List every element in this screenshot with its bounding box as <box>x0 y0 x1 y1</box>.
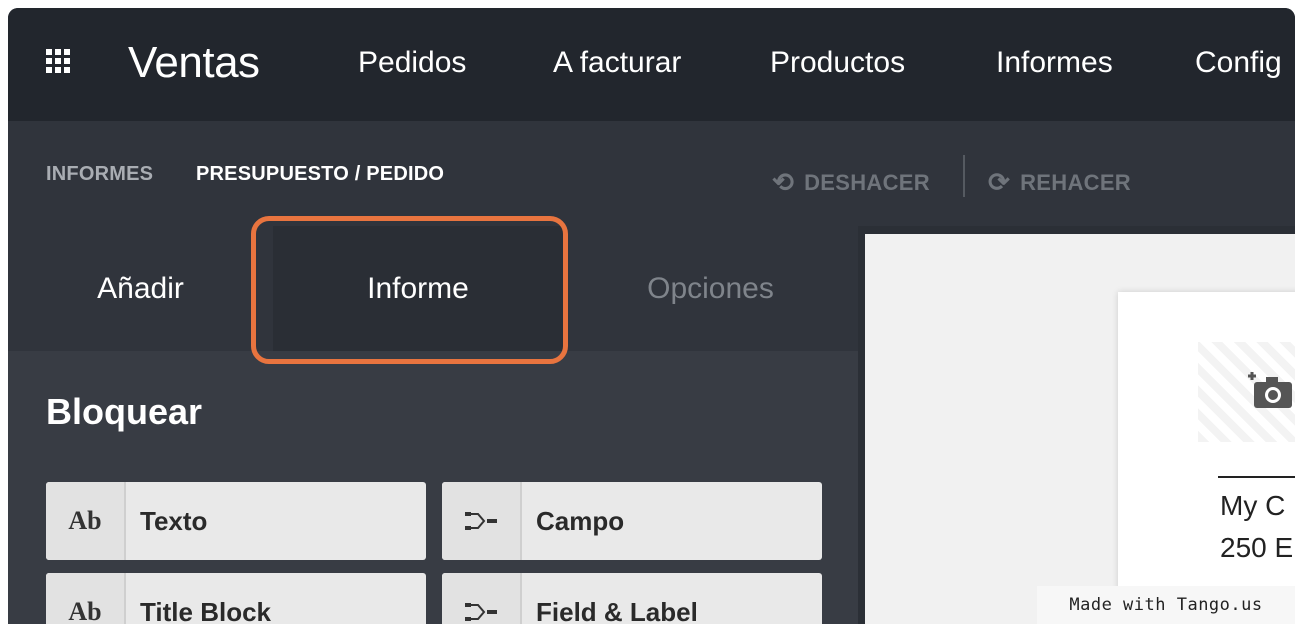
block-title[interactable]: Ab Title Block <box>46 573 426 624</box>
undo-button[interactable]: ⟲ DESHACER <box>772 167 930 198</box>
menu-item-productos[interactable]: Productos <box>770 46 905 80</box>
menu-item-a-facturar[interactable]: A facturar <box>553 46 681 80</box>
block-field[interactable]: Campo <box>442 482 822 560</box>
breadcrumb-parent[interactable]: INFORMES <box>46 163 153 186</box>
block-text[interactable]: Ab Texto <box>46 482 426 560</box>
breadcrumb-current: PRESUPUESTO / PEDIDO <box>196 163 445 185</box>
app-window: Ventas Pedidos A facturar Productos Info… <box>8 8 1295 624</box>
editor-sidebar: Añadir Informe Opciones Bloquear Ab Text… <box>8 216 858 624</box>
tab-add[interactable]: Añadir <box>8 226 273 351</box>
block-label: Field & Label <box>536 596 698 624</box>
block-label: Texto <box>140 505 208 536</box>
field-icon <box>442 573 522 624</box>
apps-grid-icon[interactable] <box>46 49 70 73</box>
toolbar-separator <box>963 155 965 197</box>
company-name: My C <box>1220 490 1286 521</box>
menu-item-pedidos[interactable]: Pedidos <box>358 46 466 80</box>
undo-icon: ⟲ <box>772 167 795 197</box>
menu-item-informes[interactable]: Informes <box>996 46 1113 80</box>
tab-options[interactable]: Opciones <box>563 226 858 351</box>
text-icon: Ab <box>46 573 126 624</box>
report-canvas: My C 250 E <box>865 234 1295 624</box>
section-title: Bloquear <box>46 391 203 432</box>
redo-icon: ⟳ <box>988 167 1011 197</box>
undo-label: DESHACER <box>804 169 930 195</box>
company-address: 250 E <box>1220 532 1294 563</box>
divider <box>1218 476 1295 478</box>
redo-label: REHACER <box>1020 169 1131 195</box>
field-icon <box>442 482 522 560</box>
top-navbar: Ventas Pedidos A facturar Productos Info… <box>8 8 1295 121</box>
tab-report[interactable]: Informe <box>273 226 563 351</box>
watermark: Made with Tango.us <box>1037 586 1295 624</box>
menu-item-config[interactable]: Config <box>1195 46 1282 80</box>
redo-button[interactable]: ⟳ REHACER <box>988 167 1131 198</box>
report-page: My C 250 E <box>1118 292 1295 624</box>
block-field-label[interactable]: Field & Label <box>442 573 822 624</box>
text-icon: Ab <box>46 482 126 560</box>
breadcrumb-bar: INFORMES PRESUPUESTO / PEDIDO ⟲ DESHACER… <box>8 121 1295 226</box>
block-label: Campo <box>536 505 625 536</box>
sidebar-tabs: Añadir Informe Opciones <box>8 226 858 351</box>
add-photo-icon <box>1248 372 1292 408</box>
app-brand[interactable]: Ventas <box>128 38 260 88</box>
block-label: Title Block <box>140 596 272 624</box>
